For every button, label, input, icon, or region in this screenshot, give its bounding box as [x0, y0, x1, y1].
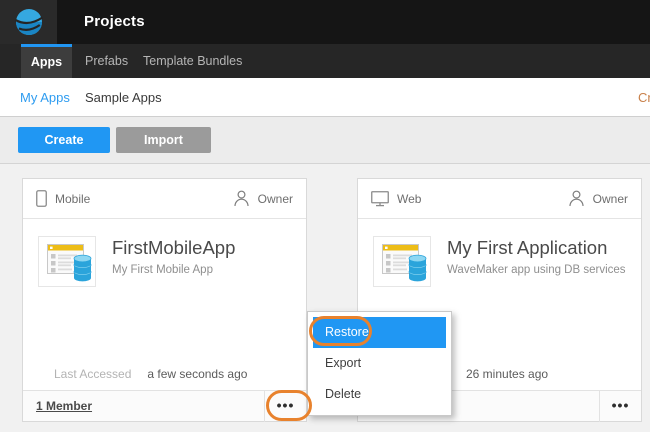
card-context-menu: Restore Export Delete — [307, 311, 452, 416]
last-accessed-value: 26 minutes ago — [466, 367, 548, 381]
role-label: Owner — [258, 192, 293, 206]
mobile-phone-icon — [36, 190, 47, 207]
projects-page: Projects Apps Prefabs Template Bundles M… — [0, 0, 650, 432]
card-header: Web Owner — [358, 179, 641, 219]
subnav-my-apps[interactable]: My Apps — [20, 78, 70, 117]
platform-label: Mobile — [55, 192, 90, 206]
platform-label: Web — [397, 192, 421, 206]
tab-prefabs[interactable]: Prefabs — [85, 44, 128, 78]
database-cylinders-icon — [74, 255, 91, 281]
menu-item-restore[interactable]: Restore — [313, 317, 446, 348]
app-name[interactable]: My First Application — [447, 237, 607, 259]
card-header: Mobile Owner — [23, 179, 306, 219]
app-window-db-icon — [374, 237, 430, 286]
role-label: Owner — [593, 192, 628, 206]
menu-item-export[interactable]: Export — [313, 348, 446, 379]
owner-person-icon — [233, 190, 250, 207]
ellipsis-icon: ••• — [612, 398, 630, 416]
subnav-sample-apps[interactable]: Sample Apps — [85, 78, 162, 117]
web-monitor-icon — [371, 191, 389, 207]
action-bar: Create Import — [0, 117, 650, 164]
import-button[interactable]: Import — [116, 127, 211, 153]
wavemaker-logo[interactable] — [0, 0, 57, 44]
app-name[interactable]: FirstMobileApp — [112, 237, 235, 259]
last-accessed-value: a few seconds ago — [147, 367, 247, 381]
card-footer: 1 Member ••• — [23, 390, 306, 421]
subnav-truncated-right-text[interactable]: Cr — [638, 78, 650, 117]
create-button[interactable]: Create — [18, 127, 110, 153]
members-link[interactable]: 1 Member — [36, 391, 92, 422]
menu-item-delete[interactable]: Delete — [313, 379, 446, 410]
last-accessed-label: Last Accessed — [54, 367, 131, 381]
app-thumbnail-icon[interactable] — [38, 236, 96, 287]
top-header: Projects — [0, 0, 650, 44]
app-thumbnail-icon[interactable] — [373, 236, 431, 287]
tab-apps[interactable]: Apps — [21, 44, 72, 78]
owner-person-icon — [568, 190, 585, 207]
app-description: WaveMaker app using DB services — [447, 264, 626, 276]
card-menu-button[interactable]: ••• — [599, 391, 641, 422]
database-cylinders-icon — [409, 255, 426, 281]
last-accessed-row: 26 minutes ago — [466, 367, 548, 381]
sub-navigation: My Apps Sample Apps Cr — [0, 78, 650, 117]
main-tabbar: Apps Prefabs Template Bundles — [0, 44, 650, 78]
ellipsis-icon: ••• — [277, 398, 295, 416]
tab-template-bundles[interactable]: Template Bundles — [143, 44, 242, 78]
app-description: My First Mobile App — [112, 264, 213, 276]
wavemaker-logo-icon — [14, 7, 44, 37]
last-accessed-row: Last Accessed a few seconds ago — [54, 367, 247, 381]
card-menu-button[interactable]: ••• — [264, 391, 306, 422]
page-title: Projects — [84, 0, 145, 44]
app-window-db-icon — [39, 237, 95, 286]
app-card-firstmobileapp: Mobile Owner — [22, 178, 307, 422]
